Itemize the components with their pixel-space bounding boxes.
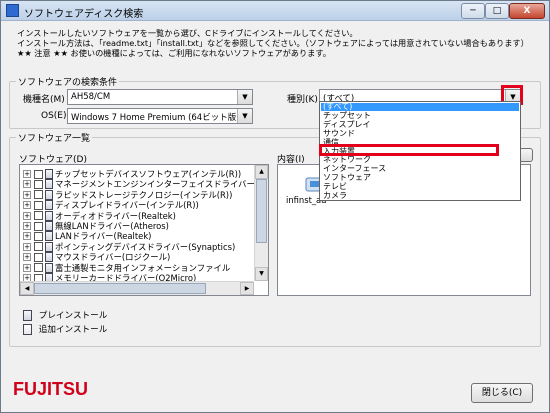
expand-icon[interactable]: + <box>23 201 31 210</box>
expand-icon[interactable]: + <box>23 263 31 272</box>
category-label: 種別(K) <box>287 95 318 105</box>
software-disk-search-window: ソフトウェアディスク検索 ─ □ X インストールしたいソフトウェアを一覧から選… <box>0 0 550 413</box>
close-button[interactable]: 閉じる(C) <box>471 383 533 403</box>
checkbox[interactable] <box>34 169 43 179</box>
scroll-left-icon[interactable]: ◀ <box>20 282 34 295</box>
intro-text: インストールしたいソフトウェアを一覧から選び、Cドライブにインストールしてくださ… <box>17 28 529 58</box>
model-label: 機種名(M) <box>23 95 65 105</box>
side-button[interactable] <box>519 148 533 162</box>
category-option[interactable]: ディスプレイ <box>321 120 519 129</box>
intro-line-1: インストールしたいソフトウェアを一覧から選び、Cドライブにインストールしてくださ… <box>17 28 358 38</box>
checkbox[interactable] <box>34 179 43 189</box>
category-option[interactable]: チップセット <box>321 111 519 120</box>
software-tree-row[interactable]: + チップセットデバイスソフトウェア(インテル(R)) <box>23 168 241 179</box>
fujitsu-logo: FUJITSU <box>13 379 89 399</box>
expand-icon[interactable]: + <box>23 190 31 199</box>
chevron-down-icon[interactable]: ▼ <box>237 109 252 123</box>
model-select-value: AH58/CM <box>71 92 111 102</box>
software-tree-row[interactable]: + LANドライバー(Realtek) <box>23 230 151 242</box>
preinstall-doc-icon <box>23 310 32 321</box>
checkbox[interactable] <box>34 263 43 273</box>
software-tree-row[interactable]: + 無線LANドライバー(Atheros) <box>23 220 169 231</box>
checkbox[interactable] <box>34 211 43 221</box>
expand-icon[interactable]: + <box>23 242 31 251</box>
expand-icon[interactable]: + <box>23 180 31 189</box>
expand-icon[interactable]: + <box>23 232 31 241</box>
checkbox[interactable] <box>34 190 43 200</box>
legend-preinstall-label: プレインストール <box>38 311 108 321</box>
scroll-down-icon[interactable]: ▼ <box>255 267 268 281</box>
category-option[interactable]: テレビ <box>321 183 519 191</box>
checkbox[interactable] <box>34 231 43 241</box>
software-list-legend: ソフトウェア一覧 <box>16 131 93 144</box>
software-tree-hscroll[interactable]: ◀ ▶ <box>20 281 254 295</box>
software-tree-vscroll[interactable]: ▲ ▼ <box>254 165 268 281</box>
software-tree-row[interactable]: + ポインティングデバイスドライバー(Synaptics) <box>23 241 235 252</box>
maximize-button[interactable]: □ <box>485 3 509 19</box>
app-icon <box>6 4 19 17</box>
expand-icon[interactable]: + <box>23 253 31 262</box>
scroll-thumb[interactable] <box>34 283 206 294</box>
chevron-down-icon[interactable]: ▼ <box>237 90 252 104</box>
minimize-button[interactable]: ─ <box>461 3 485 19</box>
checkbox[interactable] <box>34 200 43 210</box>
os-label: OS(E) <box>41 111 67 121</box>
close-window-button[interactable]: X <box>509 3 545 19</box>
legend-preinstall: プレインストール <box>23 309 107 321</box>
category-option[interactable]: サウンド <box>321 129 519 138</box>
category-option[interactable]: ソフトウェア <box>321 174 519 182</box>
legend-add-install-label: 追加インストール <box>38 325 108 335</box>
category-option[interactable]: (すべて) <box>321 103 519 111</box>
software-tree[interactable]: + チップセットデバイスソフトウェア(インテル(R)) + マネージメントエンジンイン… <box>19 164 269 296</box>
checkbox[interactable] <box>34 252 43 262</box>
category-option[interactable]: カメラ <box>321 192 519 200</box>
os-select-value: Windows 7 Home Premium (64ビット版) <box>71 113 240 123</box>
scroll-thumb[interactable] <box>256 179 267 243</box>
title-bar: ソフトウェアディスク検索 ─ □ X <box>1 1 549 21</box>
intro-line-2: インストール方法は、「readme.txt」「install.txt」などを参照… <box>17 38 529 48</box>
input-device-highlight <box>319 144 499 156</box>
search-conditions-legend: ソフトウェアの検索条件 <box>16 75 120 88</box>
os-select[interactable]: Windows 7 Home Premium (64ビット版) ▼ <box>67 108 253 124</box>
category-option[interactable]: インターフェース <box>321 165 519 173</box>
expand-icon[interactable]: + <box>23 211 31 220</box>
software-tree-row[interactable]: + マウスドライバー(ロジクール) <box>23 251 170 263</box>
window-title: ソフトウェアディスク検索 <box>24 9 144 20</box>
software-tree-row[interactable]: + 富士通製モニタ用インフォメーションファイル <box>23 262 230 273</box>
intro-line-3: ★★ 注意 ★★ お使いの機種によっては、ご利用になれないソフトウェアがあります… <box>17 48 331 58</box>
scroll-right-icon[interactable]: ▶ <box>240 282 254 295</box>
software-tree-row[interactable]: + ラピッドストレージテクノロジー(インテル(R)) <box>23 189 232 200</box>
category-option[interactable]: ネットワーク <box>321 156 519 164</box>
software-tree-row[interactable]: + ディスプレイドライバー(インテル(R)) <box>23 199 199 211</box>
legend-add-install: 追加インストール <box>23 323 107 335</box>
add-install-doc-icon <box>23 324 32 335</box>
model-select[interactable]: AH58/CM ▼ <box>67 89 253 105</box>
checkbox[interactable] <box>34 221 43 231</box>
software-tree-row[interactable]: + マネージメントエンジンインターフェイスドライバー(インテル <box>23 178 268 190</box>
software-tree-row[interactable]: + オーディオドライバー(Realtek) <box>23 210 176 221</box>
checkbox[interactable] <box>34 242 43 252</box>
expand-icon[interactable]: + <box>23 222 31 230</box>
expand-icon[interactable]: + <box>23 170 31 178</box>
scroll-up-icon[interactable]: ▲ <box>255 165 268 179</box>
